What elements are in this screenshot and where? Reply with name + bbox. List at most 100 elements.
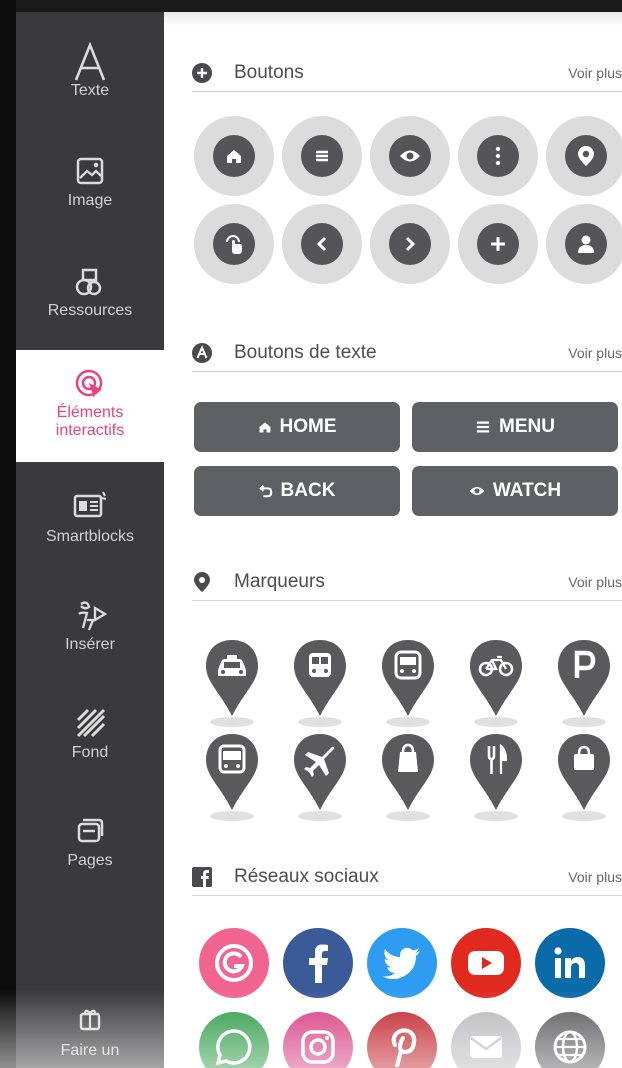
marker-restaurant[interactable]	[464, 730, 528, 830]
see-more-link[interactable]: Voir plus	[568, 344, 622, 362]
round-button-more[interactable]	[458, 116, 538, 196]
section-header-reseaux-sociaux: Réseaux sociaux Voir plus	[192, 867, 622, 896]
social-web[interactable]	[535, 1012, 605, 1068]
round-button-add[interactable]	[458, 204, 538, 284]
location-pin-icon	[578, 146, 594, 166]
more-vertical-icon	[495, 146, 501, 166]
social-twitter[interactable]	[367, 928, 437, 998]
whatsapp-icon	[215, 1029, 252, 1066]
sidebar-item-label: Éléments interactifs	[55, 404, 125, 439]
linkedin-icon	[554, 947, 585, 978]
round-button-user[interactable]	[546, 204, 622, 284]
text-button-label: WATCH	[492, 480, 562, 501]
marker-bicycle[interactable]	[464, 636, 528, 736]
section-header-boutons: Boutons Voir plus	[192, 63, 622, 92]
round-button-previous[interactable]	[282, 204, 362, 284]
app-frame: Texte Image Ressources Éléments interact…	[0, 0, 622, 1068]
sidebar-item-label: Pages	[67, 852, 113, 869]
sidebar-item-label: Ressources	[47, 302, 133, 319]
smartblock-icon	[73, 491, 107, 518]
facebook-square-icon	[192, 867, 212, 887]
sidebar: Texte Image Ressources Éléments interact…	[16, 12, 164, 1068]
marker-bus-front[interactable]	[376, 636, 440, 736]
social-facebook[interactable]	[283, 928, 353, 998]
sidebar-item-smartblocks[interactable]: Smartblocks	[16, 490, 164, 570]
twitter-icon	[383, 947, 420, 979]
insert-icon	[78, 601, 107, 631]
marker-train[interactable]	[288, 636, 352, 736]
round-button-menu[interactable]	[282, 116, 362, 196]
chevron-left-icon	[316, 236, 327, 252]
marker-bag[interactable]	[552, 730, 616, 830]
interactive-cursor-icon	[75, 369, 103, 398]
round-button-location[interactable]	[546, 116, 622, 196]
sidebar-item-label: Image	[67, 192, 113, 209]
sidebar-item-elements-interactifs[interactable]: Éléments interactifs	[16, 350, 164, 462]
panel-top-shadow	[164, 12, 622, 26]
eye-icon	[400, 150, 420, 162]
back-arrow-icon	[258, 485, 272, 498]
round-button-touch[interactable]	[194, 204, 274, 284]
globe-icon	[553, 1030, 587, 1064]
text-button-home[interactable]: HOME	[194, 402, 400, 452]
sidebar-item-label: Faire un	[60, 1042, 120, 1059]
image-icon	[76, 157, 104, 185]
marker-car[interactable]	[200, 636, 264, 736]
home-icon	[227, 150, 241, 163]
text-button-label: MENU	[499, 416, 555, 437]
eye-icon	[469, 487, 485, 495]
menu-icon	[476, 421, 490, 433]
social-pinterest[interactable]	[367, 1012, 437, 1068]
chevron-right-icon	[405, 236, 416, 252]
see-more-link[interactable]: Voir plus	[568, 573, 622, 591]
section-header-marqueurs: Marqueurs Voir plus	[192, 572, 622, 601]
sidebar-item-inserer[interactable]: Insérer	[16, 598, 164, 678]
sidebar-item-ressources[interactable]: Ressources	[16, 266, 164, 346]
round-button-home[interactable]	[194, 116, 274, 196]
pinterest-icon	[391, 1028, 417, 1067]
map-pin-icon	[194, 572, 210, 592]
social-genially[interactable]	[199, 928, 269, 998]
youtube-icon	[468, 951, 504, 975]
plus-icon	[491, 237, 505, 251]
round-button-next[interactable]	[370, 204, 450, 284]
marker-parking[interactable]	[552, 636, 616, 736]
text-button-back[interactable]: BACK	[194, 466, 400, 516]
train-icon	[309, 653, 331, 677]
facebook-icon	[309, 944, 328, 983]
sidebar-item-pages[interactable]: Pages	[16, 816, 164, 896]
sidebar-item-image[interactable]: Image	[16, 156, 164, 236]
sidebar-item-label: Smartblocks	[45, 528, 135, 545]
marker-bus[interactable]	[200, 730, 264, 830]
email-icon	[470, 1036, 502, 1058]
section-title: Boutons de texte	[234, 342, 377, 363]
marker-shopping[interactable]	[376, 730, 440, 830]
left-edge	[0, 0, 16, 1068]
section-title: Réseaux sociaux	[234, 866, 379, 887]
text-button-menu[interactable]: MENU	[412, 402, 618, 452]
section-title: Marqueurs	[234, 571, 325, 592]
social-instagram[interactable]	[283, 1012, 353, 1068]
social-youtube[interactable]	[451, 928, 521, 998]
sidebar-item-faire-un[interactable]: Faire un	[16, 1006, 164, 1068]
sidebar-item-label: Texte	[70, 82, 110, 99]
see-more-link[interactable]: Voir plus	[568, 868, 622, 886]
social-whatsapp[interactable]	[199, 1012, 269, 1068]
round-button-eye[interactable]	[370, 116, 450, 196]
section-header-boutons-de-texte: Boutons de texte Voir plus	[192, 343, 622, 372]
social-email[interactable]	[451, 1012, 521, 1068]
sidebar-item-fond[interactable]: Fond	[16, 706, 164, 786]
sidebar-item-texte[interactable]: Texte	[16, 42, 164, 126]
marker-plane[interactable]	[288, 730, 352, 830]
sidebar-item-label: Fond	[71, 744, 109, 761]
plus-circle-icon	[192, 63, 212, 83]
section-title: Boutons	[234, 62, 304, 83]
social-linkedin[interactable]	[535, 928, 605, 998]
elements-panel: Boutons Voir plus Boutons de texte Voir …	[164, 12, 622, 1068]
user-icon	[578, 235, 594, 253]
shapes-icon	[75, 268, 102, 296]
background-hatch-icon	[76, 708, 106, 738]
genially-icon	[215, 944, 253, 982]
see-more-link[interactable]: Voir plus	[568, 64, 622, 82]
text-button-watch[interactable]: WATCH	[412, 466, 618, 516]
